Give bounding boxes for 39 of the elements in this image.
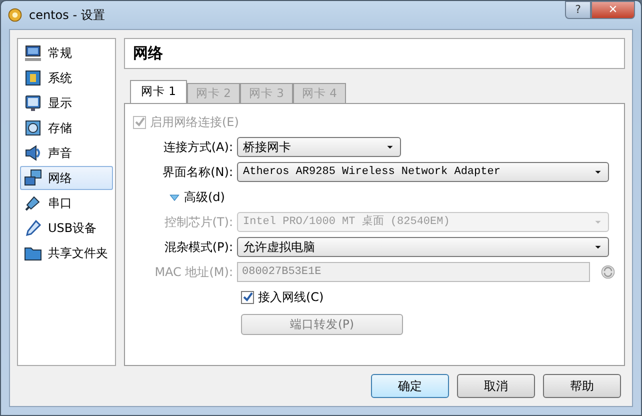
field-label: 连接方式(A): <box>162 139 234 156</box>
triangle-icon <box>169 192 180 203</box>
dropdown[interactable]: 桥接网卡 <box>237 137 401 158</box>
speaker-icon <box>24 144 42 162</box>
dialog-button[interactable]: 取消 <box>457 374 535 398</box>
dropdown[interactable]: 允许虚拟电脑 <box>237 237 609 258</box>
usb-icon <box>24 219 42 237</box>
sidebar-item[interactable]: 常规 <box>20 41 113 65</box>
field-label: 混杂模式(P): <box>163 239 234 256</box>
checkbox-label: 启用网络连接(E) <box>150 114 239 132</box>
monitor-icon <box>24 44 42 62</box>
page-title: 网络 <box>124 38 625 69</box>
gear-icon <box>7 7 23 23</box>
checkbox[interactable] <box>241 290 254 304</box>
sidebar-item[interactable]: 存储 <box>20 116 113 140</box>
sidebar-item[interactable]: 串口 <box>20 191 113 215</box>
sidebar-item[interactable]: 声音 <box>20 141 113 165</box>
plug-icon <box>24 194 42 212</box>
field-label: 界面名称(N): <box>162 164 234 182</box>
display-icon <box>24 94 42 112</box>
port-forwarding-button[interactable]: 端口转发(P) <box>241 314 403 335</box>
sidebar-item[interactable]: USB设备 <box>20 216 113 240</box>
checkbox-label: 接入网线(C) <box>258 289 324 306</box>
tab[interactable]: 网卡 1 <box>130 80 187 104</box>
refresh-icon <box>600 264 616 280</box>
chip-icon <box>24 69 42 87</box>
help-button[interactable]: ? <box>565 1 591 19</box>
field-label: MAC 地址(M): <box>154 264 234 282</box>
dialog-button[interactable]: 确定 <box>371 374 449 398</box>
window-title: centos - 设置 <box>29 7 105 24</box>
dialog-button[interactable]: 帮助 <box>543 374 621 398</box>
network-icon <box>24 169 42 187</box>
sidebar-item[interactable]: 系统 <box>20 66 113 90</box>
dropdown[interactable]: Atheros AR9285 Wireless Network Adapter <box>237 162 609 182</box>
sidebar-item[interactable]: 显示 <box>20 91 113 115</box>
advanced-toggle[interactable]: 高级(d) <box>169 188 225 206</box>
sidebar-item[interactable]: 共享文件夹 <box>20 241 113 265</box>
field-label: 控制芯片(T): <box>163 214 234 232</box>
sidebar-item[interactable]: 网络 <box>20 166 113 190</box>
